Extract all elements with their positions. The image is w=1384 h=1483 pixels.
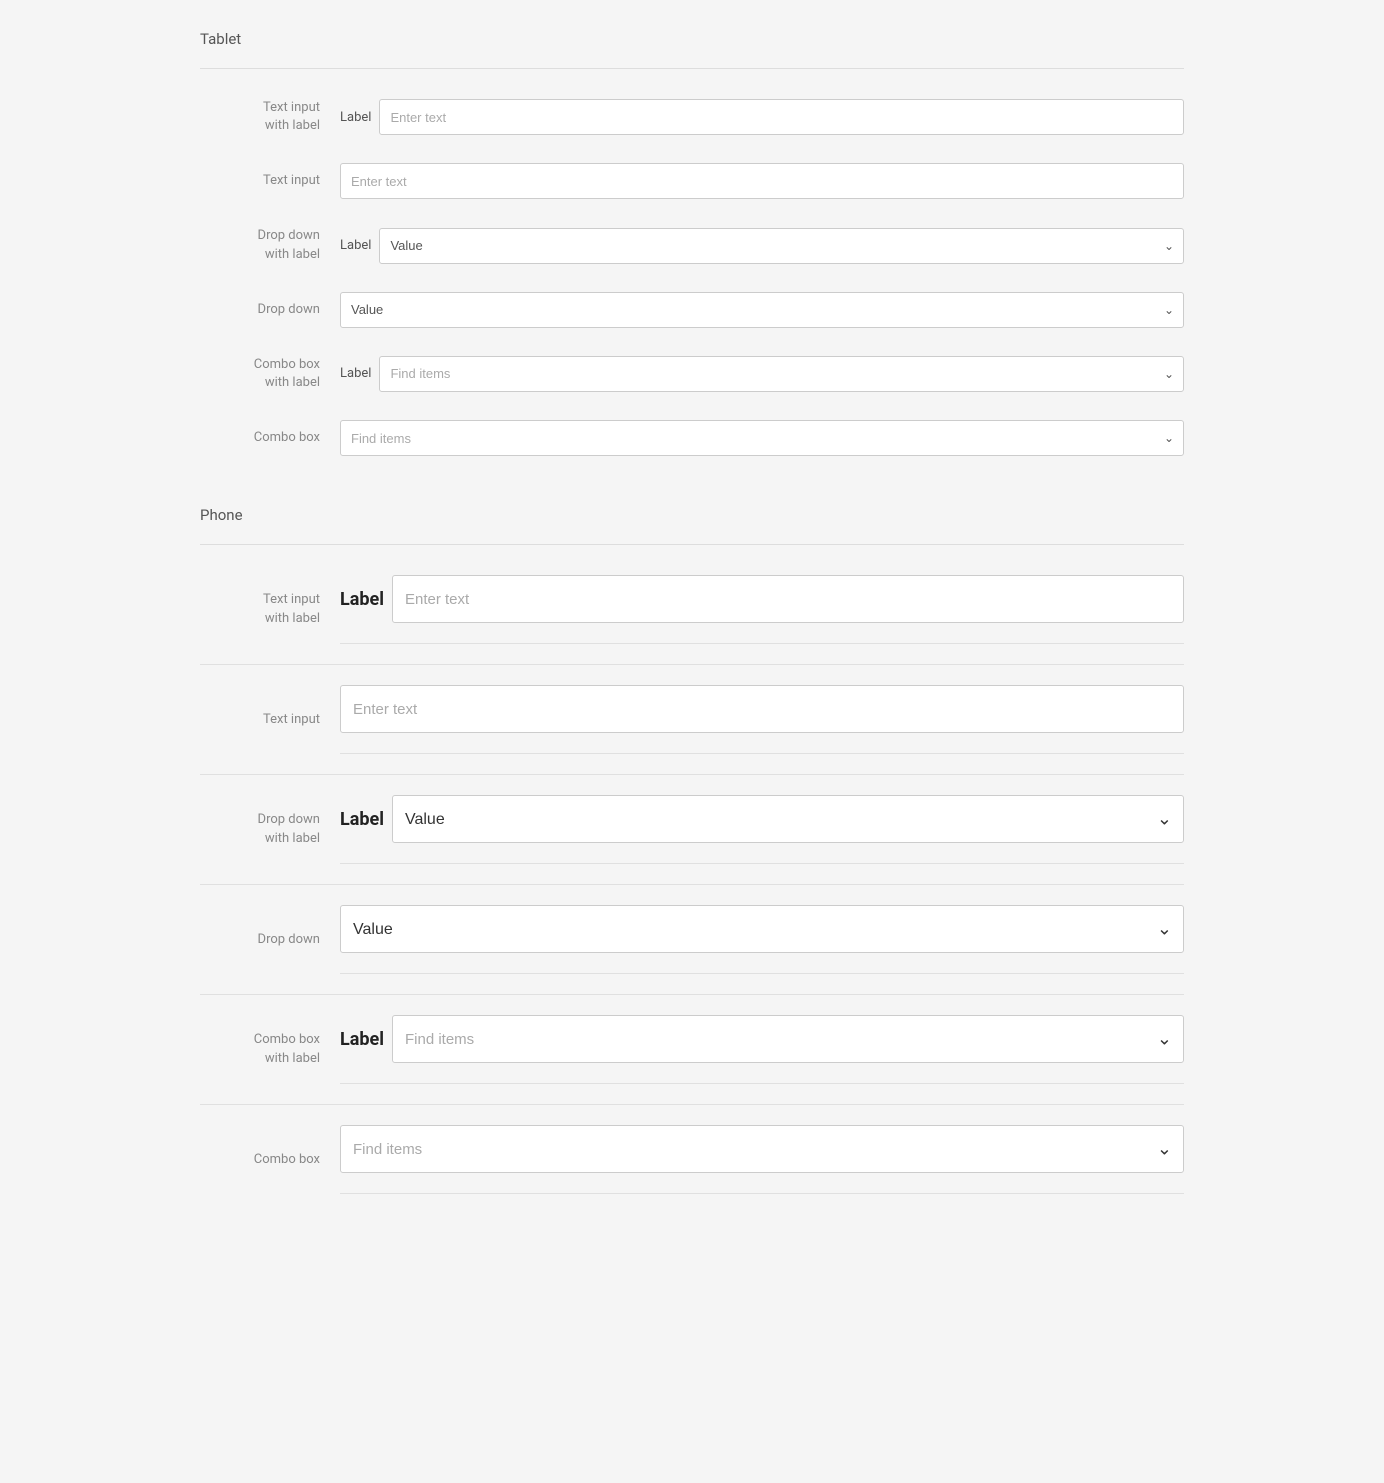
- tablet-text-input-with-label-row-label: Text inputwith label: [200, 99, 340, 135]
- phone-combobox-with-label-row: Combo boxwith label Label ⌄: [200, 1015, 1184, 1084]
- phone-text-input-inline-label: Label: [340, 589, 384, 610]
- tablet-text-input-with-label-content: Label: [340, 99, 1184, 135]
- tablet-combobox-with-label-content: Label ⌄: [340, 356, 1184, 392]
- phone-combobox-input[interactable]: [340, 1125, 1184, 1173]
- tablet-text-input-with-label-field[interactable]: [379, 99, 1184, 135]
- tablet-dropdown-row: Drop down Value ⌄: [200, 292, 1184, 328]
- phone-dropdown-wrapper: Value ⌄: [340, 905, 1184, 953]
- tablet-combobox-row-label: Combo box: [200, 429, 340, 447]
- page-container: Tablet Text inputwith label Label Text i…: [0, 30, 1384, 1214]
- phone-text-input-row-label: Text input: [200, 711, 340, 729]
- phone-dropdown-with-label-row: Drop downwith label Label Value ⌄: [200, 795, 1184, 864]
- tablet-text-input-field[interactable]: [340, 163, 1184, 199]
- phone-dropdown-content: Value ⌄: [340, 905, 1184, 974]
- tablet-combobox-content: ⌄: [340, 420, 1184, 456]
- phone-dropdown-wrapper-outer: Drop down Value ⌄: [200, 905, 1184, 995]
- phone-combobox-content: ⌄: [340, 1125, 1184, 1194]
- tablet-section: Tablet Text inputwith label Label Text i…: [200, 30, 1184, 456]
- phone-text-input-with-label-row: Text inputwith label Label: [200, 575, 1184, 644]
- tablet-combobox-with-label-row: Combo boxwith label Label ⌄: [200, 356, 1184, 392]
- phone-combobox-wrapper-outer: Combo box ⌄: [200, 1125, 1184, 1214]
- phone-text-input-with-label-row-label: Text inputwith label: [200, 591, 340, 627]
- phone-dropdown-row-label: Drop down: [200, 931, 340, 949]
- tablet-dropdown-with-label-select[interactable]: Value: [379, 228, 1184, 264]
- phone-dropdown-select[interactable]: Value: [340, 905, 1184, 953]
- tablet-combobox-wrapper: ⌄: [340, 420, 1184, 456]
- tablet-combobox-inline-label: Label: [340, 366, 371, 381]
- phone-text-input-with-label-field[interactable]: [392, 575, 1184, 623]
- phone-combobox-with-label-wrapper: ⌄: [392, 1015, 1184, 1063]
- tablet-combobox-input[interactable]: [340, 420, 1184, 456]
- phone-dropdown-row: Drop down Value ⌄: [200, 905, 1184, 974]
- phone-text-input-wrapper: Text input: [200, 685, 1184, 775]
- tablet-text-input-content: [340, 163, 1184, 199]
- phone-dropdown-with-label-row-label: Drop downwith label: [200, 811, 340, 847]
- tablet-text-input-row-label: Text input: [200, 172, 340, 190]
- tablet-dropdown-with-label-content: Label Value ⌄: [340, 228, 1184, 264]
- phone-text-input-with-label-content: Label: [340, 575, 1184, 644]
- phone-combobox-with-label-input[interactable]: [392, 1015, 1184, 1063]
- phone-combobox-with-label-row-label: Combo boxwith label: [200, 1031, 340, 1067]
- tablet-combobox-row: Combo box ⌄: [200, 420, 1184, 456]
- phone-divider: [200, 544, 1184, 545]
- tablet-text-input-row: Text input: [200, 163, 1184, 199]
- phone-dropdown-inline-label: Label: [340, 809, 384, 830]
- phone-combobox-row: Combo box ⌄: [200, 1125, 1184, 1194]
- phone-combobox-with-label-wrapper-outer: Combo boxwith label Label ⌄: [200, 1015, 1184, 1105]
- tablet-divider: [200, 68, 1184, 69]
- tablet-dropdown-row-label: Drop down: [200, 301, 340, 319]
- phone-section-title: Phone: [200, 506, 1184, 524]
- tablet-dropdown-with-label-row: Drop downwith label Label Value ⌄: [200, 227, 1184, 263]
- phone-combobox-inline-label: Label: [340, 1029, 384, 1050]
- tablet-combobox-with-label-row-label: Combo boxwith label: [200, 356, 340, 392]
- phone-dropdown-with-label-content: Label Value ⌄: [340, 795, 1184, 864]
- tablet-dropdown-wrapper: Value ⌄: [340, 292, 1184, 328]
- tablet-dropdown-with-label-row-label: Drop downwith label: [200, 227, 340, 263]
- phone-text-input-field[interactable]: [340, 685, 1184, 733]
- phone-combobox-row-label: Combo box: [200, 1151, 340, 1169]
- phone-section: Phone Text inputwith label Label Text in…: [200, 506, 1184, 1214]
- tablet-dropdown-content: Value ⌄: [340, 292, 1184, 328]
- tablet-section-title: Tablet: [200, 30, 1184, 48]
- phone-text-input-content: [340, 685, 1184, 754]
- tablet-dropdown-with-label-wrapper: Value ⌄: [379, 228, 1184, 264]
- phone-dropdown-with-label-wrapper-outer: Drop downwith label Label Value ⌄: [200, 795, 1184, 885]
- tablet-text-input-with-label-row: Text inputwith label Label: [200, 99, 1184, 135]
- phone-text-input-with-label-wrapper: Text inputwith label Label: [200, 575, 1184, 665]
- phone-text-input-row: Text input: [200, 685, 1184, 754]
- tablet-text-input-inline-label: Label: [340, 110, 371, 125]
- tablet-combobox-with-label-wrapper: ⌄: [379, 356, 1184, 392]
- phone-dropdown-with-label-select[interactable]: Value: [392, 795, 1184, 843]
- tablet-dropdown-inline-label: Label: [340, 238, 371, 253]
- phone-dropdown-with-label-wrapper: Value ⌄: [392, 795, 1184, 843]
- phone-combobox-with-label-content: Label ⌄: [340, 1015, 1184, 1084]
- tablet-dropdown-select[interactable]: Value: [340, 292, 1184, 328]
- phone-combobox-wrapper: ⌄: [340, 1125, 1184, 1173]
- tablet-combobox-with-label-input[interactable]: [379, 356, 1184, 392]
